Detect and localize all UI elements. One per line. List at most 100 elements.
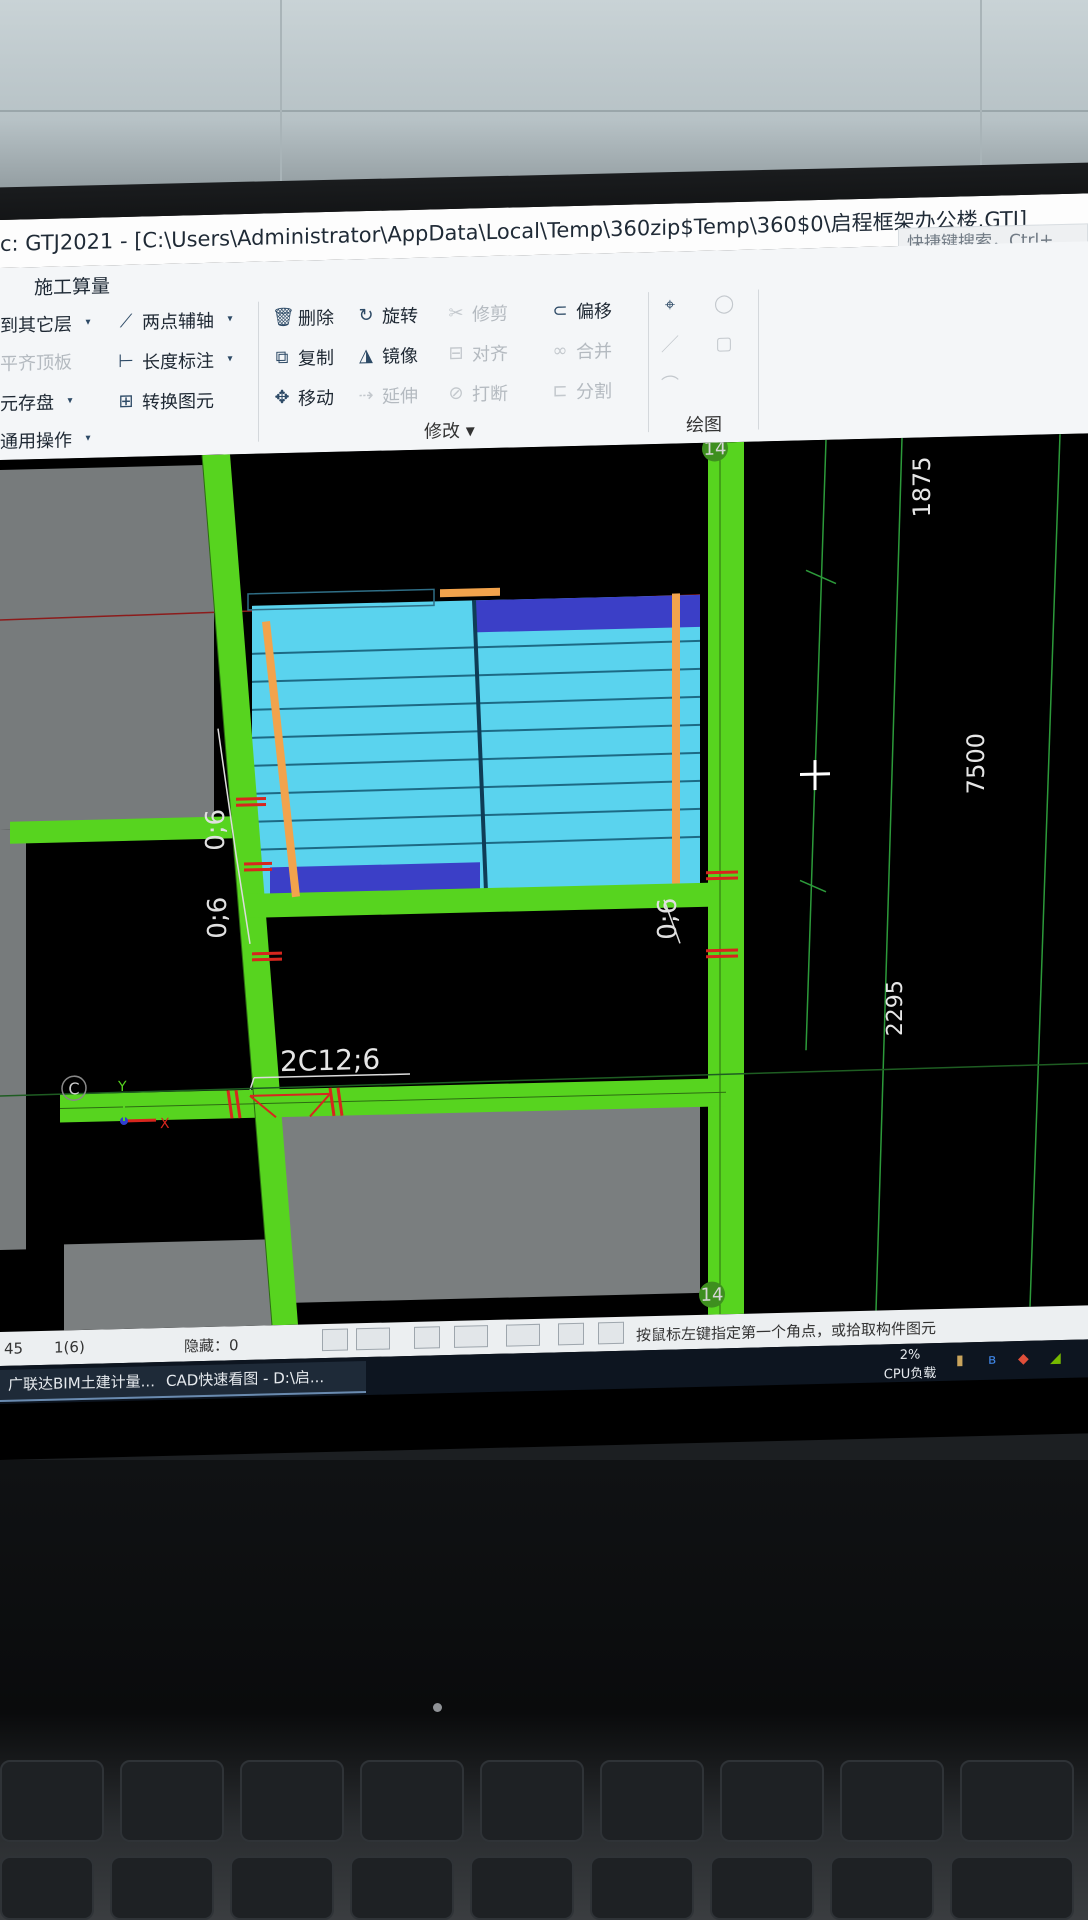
slab-region bbox=[280, 1102, 700, 1304]
offset-button[interactable]: ⊂ 偏移 bbox=[550, 297, 612, 325]
status-prompt: 按鼠标左键指定第一个角点，或拾取构件图元 bbox=[636, 1319, 937, 1345]
ucs-x-label: X bbox=[160, 1116, 170, 1132]
taskbar-app-cad-viewer[interactable]: CAD快速看图 - D:\启... bbox=[158, 1361, 366, 1399]
move-icon: ✥ bbox=[274, 386, 290, 409]
convert-element-button[interactable]: ⊞ 转换图元 bbox=[116, 387, 214, 415]
rotate-button[interactable]: ↻ 旋转 bbox=[356, 302, 418, 330]
offset-label: 偏移 bbox=[576, 301, 612, 323]
cad-drawing-canvas[interactable]: 14 14 C 1875 7500 2295 0;6 0;6 0;6 2C12;… bbox=[0, 433, 1088, 1332]
copy-to-layer-button[interactable]: 到其它层 ▾ bbox=[0, 310, 98, 338]
draw-arc-button[interactable]: ⌒ bbox=[660, 374, 680, 395]
chevron-down-icon: ▾ bbox=[227, 353, 233, 365]
cpu-label: CPU负载 bbox=[883, 1366, 937, 1383]
mirror-button[interactable]: ◮ 镜像 bbox=[356, 342, 418, 370]
mirror-label: 镜像 bbox=[382, 345, 418, 368]
move-button[interactable]: ✥ 移动 bbox=[272, 384, 334, 412]
rebar-main-label: 2C12;6 bbox=[280, 1043, 380, 1078]
axis-icon: ⟋ bbox=[119, 310, 133, 333]
draw-point-button[interactable]: ⌖ bbox=[660, 294, 680, 316]
dimension-icon: ⊢ bbox=[118, 350, 134, 373]
dimension-mid: 7500 bbox=[962, 733, 990, 795]
copy-icon: ⧉ bbox=[275, 346, 289, 369]
dynamic-input-toggle[interactable] bbox=[414, 1326, 440, 1349]
rebar-label: 0;6 bbox=[653, 897, 683, 940]
taskbar-app-glodon[interactable]: 广联达BIM土建计量... bbox=[0, 1366, 158, 1402]
length-dim-label: 长度标注 bbox=[142, 350, 214, 374]
length-dim-button[interactable]: ⊢ 长度标注 ▾ bbox=[116, 346, 240, 375]
merge-label: 合并 bbox=[576, 341, 612, 363]
rectangle-icon: ▢ bbox=[715, 333, 733, 355]
extend-button[interactable]: ⇢ 延伸 bbox=[356, 382, 418, 410]
antivirus-icon[interactable]: ◆ bbox=[1018, 1351, 1029, 1367]
align-label: 对齐 bbox=[472, 343, 508, 366]
align-button[interactable]: ⊟ 对齐 bbox=[446, 340, 508, 368]
general-ops-button[interactable]: 通用操作 ▾ bbox=[0, 426, 98, 454]
copy-button[interactable]: ⧉ 复制 bbox=[272, 344, 334, 372]
draw-rect-button[interactable]: ▢ bbox=[714, 333, 734, 355]
axis-label-bottom: 14 bbox=[701, 1284, 724, 1306]
crosshair-icon: ⌖ bbox=[664, 294, 676, 316]
nvidia-icon[interactable]: ◢ bbox=[1050, 1350, 1061, 1366]
modify-group-label[interactable]: 修改 ▾ bbox=[424, 416, 475, 443]
break-button[interactable]: ⊘ 打断 bbox=[446, 380, 508, 408]
status-coord: 45 bbox=[4, 1339, 24, 1358]
draw-line-button[interactable]: ／ bbox=[660, 334, 680, 356]
general-ops-label: 通用操作 bbox=[0, 430, 72, 453]
extend-icon: ⇢ bbox=[358, 384, 374, 407]
dimension-top: 1875 bbox=[908, 456, 936, 518]
status-hidden: 隐藏：0 bbox=[184, 1336, 239, 1356]
osnap-toggle[interactable] bbox=[506, 1323, 540, 1347]
line-icon: ／ bbox=[661, 334, 679, 356]
merge-icon: ∞ bbox=[552, 340, 568, 362]
two-point-axis-label: 两点辅轴 bbox=[142, 310, 214, 334]
polar-toggle[interactable] bbox=[454, 1325, 488, 1348]
trim-button[interactable]: ✂ 修剪 bbox=[446, 300, 508, 328]
convert-icon: ⊞ bbox=[118, 390, 134, 413]
split-icon: ⊏ bbox=[552, 380, 568, 402]
chevron-down-icon: ▾ bbox=[85, 432, 91, 444]
align-icon: ⊟ bbox=[448, 342, 464, 365]
monitor-screen: с: GTJ2021 - [C:\Users\Administrator\App… bbox=[0, 193, 1088, 1460]
tab-construction[interactable]: 施工算量 bbox=[34, 271, 110, 300]
move-label: 移动 bbox=[298, 387, 334, 410]
circle-icon: ◯ bbox=[714, 293, 735, 315]
slab-region bbox=[0, 829, 26, 1250]
align-top-label: 平齐顶板 bbox=[0, 352, 72, 375]
break-label: 打断 bbox=[472, 383, 508, 406]
slab-region bbox=[64, 1239, 274, 1331]
chevron-down-icon: ▾ bbox=[227, 313, 233, 325]
bluetooth-icon[interactable]: ʙ bbox=[988, 1352, 996, 1368]
ucs-y-label: Y bbox=[117, 1079, 127, 1095]
chevron-down-icon: ▾ bbox=[85, 316, 91, 328]
break-icon: ⊘ bbox=[448, 382, 464, 405]
split-label: 分割 bbox=[576, 381, 612, 403]
two-point-axis-button[interactable]: ⟋ 两点辅轴 ▾ bbox=[116, 306, 240, 335]
save-button[interactable]: 元存盘 ▾ bbox=[0, 388, 80, 416]
split-button[interactable]: ⊏ 分割 bbox=[550, 377, 612, 405]
dimension-bottom: 2295 bbox=[883, 980, 908, 1037]
offset-icon: ⊂ bbox=[552, 300, 568, 322]
rotate-label: 旋转 bbox=[382, 305, 418, 328]
cpu-indicator[interactable]: 2% CPU负载 bbox=[880, 1347, 940, 1383]
extend-label: 延伸 bbox=[382, 385, 418, 408]
axis-label-left: C bbox=[68, 1079, 79, 1098]
cad-viewer-label: CAD快速看图 - D:\启... bbox=[166, 1368, 325, 1390]
snap-toggle[interactable] bbox=[356, 1327, 390, 1351]
draw-circle-button[interactable]: ◯ bbox=[714, 293, 735, 315]
delete-button[interactable]: 🗑 删除 bbox=[272, 304, 334, 332]
usb-icon[interactable]: ▮ bbox=[956, 1352, 964, 1368]
arc-toggle[interactable] bbox=[598, 1321, 624, 1345]
rotate-icon: ↻ bbox=[358, 304, 374, 327]
rebar-label: 0;6 bbox=[201, 809, 231, 852]
delete-label: 删除 bbox=[298, 307, 334, 330]
chevron-down-icon: ▾ bbox=[67, 395, 73, 407]
align-top-button[interactable]: 平齐顶板 bbox=[0, 348, 72, 376]
trash-icon: 🗑 bbox=[272, 306, 295, 329]
stair-landing bbox=[474, 594, 700, 633]
copy-to-layer-label: 到其它层 bbox=[0, 314, 72, 337]
ortho-toggle[interactable] bbox=[322, 1328, 348, 1352]
cad-drawing: 14 14 C 1875 7500 2295 0;6 0;6 0;6 2C12;… bbox=[0, 433, 1088, 1332]
merge-button[interactable]: ∞ 合并 bbox=[550, 337, 613, 365]
trim-label: 修剪 bbox=[472, 303, 508, 326]
grid-toggle[interactable] bbox=[558, 1322, 584, 1346]
